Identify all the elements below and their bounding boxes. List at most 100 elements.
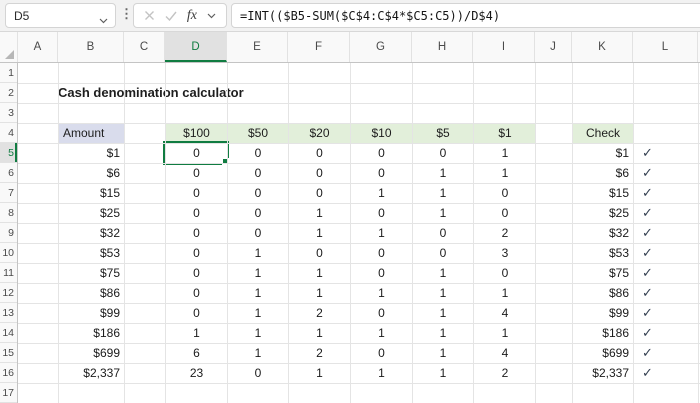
cell-I8[interactable]: 0	[474, 204, 536, 224]
denomination-header-50[interactable]: $50	[228, 124, 289, 143]
column-header-K[interactable]: K	[572, 32, 633, 62]
cell-G6[interactable]: 0	[351, 164, 413, 184]
cell-I13[interactable]: 4	[474, 304, 536, 324]
cell-I11[interactable]: 0	[474, 264, 536, 284]
cell-E11[interactable]: 1	[228, 264, 289, 284]
cell-F12[interactable]: 1	[289, 284, 351, 304]
cell-E6[interactable]: 0	[228, 164, 289, 184]
chevron-down-icon[interactable]	[99, 13, 108, 27]
row-header-7[interactable]: 7	[0, 183, 17, 203]
column-header-G[interactable]: G	[350, 32, 412, 62]
column-header-C[interactable]: C	[124, 32, 165, 62]
cell-E7[interactable]: 0	[228, 184, 289, 204]
row-header-15[interactable]: 15	[0, 343, 17, 363]
cell-K13[interactable]: $99	[573, 304, 633, 324]
cell-K5[interactable]: $1	[573, 144, 633, 164]
cell-D14[interactable]: 1	[166, 324, 228, 344]
cell-I9[interactable]: 2	[474, 224, 536, 244]
cell-G13[interactable]: 0	[351, 304, 413, 324]
row-header-14[interactable]: 14	[0, 323, 17, 343]
cell-E14[interactable]: 1	[228, 324, 289, 344]
cell-H12[interactable]: 1	[413, 284, 474, 304]
row-header-10[interactable]: 10	[0, 243, 17, 263]
cell-G7[interactable]: 1	[351, 184, 413, 204]
cell-D10[interactable]: 0	[166, 244, 228, 264]
cell-F10[interactable]: 0	[289, 244, 351, 264]
cell-B12[interactable]: $86	[59, 284, 124, 304]
cell-H5[interactable]: 0	[413, 144, 474, 164]
cell-I12[interactable]: 1	[474, 284, 536, 304]
select-all-corner[interactable]	[0, 32, 18, 62]
cell-H9[interactable]: 0	[413, 224, 474, 244]
cell-H11[interactable]: 1	[413, 264, 474, 284]
column-header-L[interactable]: L	[633, 32, 698, 62]
cell-I14[interactable]: 1	[474, 324, 536, 344]
row-header-2[interactable]: 2	[0, 83, 17, 103]
cell-I16[interactable]: 2	[474, 364, 536, 384]
denomination-header-5[interactable]: $5	[413, 124, 474, 143]
cell-D16[interactable]: 23	[166, 364, 228, 384]
cell-I7[interactable]: 0	[474, 184, 536, 204]
column-header-B[interactable]: B	[58, 32, 124, 62]
column-header-I[interactable]: I	[473, 32, 535, 62]
cell-K16[interactable]: $2,337	[573, 364, 633, 384]
row-header-4[interactable]: 4	[0, 123, 17, 143]
selected-cell-outline[interactable]	[163, 141, 229, 165]
cell-B9[interactable]: $32	[59, 224, 124, 244]
cell-K7[interactable]: $15	[573, 184, 633, 204]
cell-H6[interactable]: 1	[413, 164, 474, 184]
cell-D6[interactable]: 0	[166, 164, 228, 184]
cell-E16[interactable]: 0	[228, 364, 289, 384]
column-header-F[interactable]: F	[288, 32, 350, 62]
cell-D12[interactable]: 0	[166, 284, 228, 304]
cell-K10[interactable]: $53	[573, 244, 633, 264]
cell-E9[interactable]: 0	[228, 224, 289, 244]
cell-I15[interactable]: 4	[474, 344, 536, 364]
name-box[interactable]: D5	[5, 3, 116, 28]
column-header-H[interactable]: H	[412, 32, 473, 62]
row-header-12[interactable]: 12	[0, 283, 17, 303]
row-header-5[interactable]: 5	[0, 143, 17, 163]
cell-H10[interactable]: 0	[413, 244, 474, 264]
cell-G14[interactable]: 1	[351, 324, 413, 344]
cell-K6[interactable]: $6	[573, 164, 633, 184]
enter-check-icon[interactable]	[165, 4, 177, 27]
row-header-9[interactable]: 9	[0, 223, 17, 243]
cell-F7[interactable]: 0	[289, 184, 351, 204]
cell-G16[interactable]: 1	[351, 364, 413, 384]
row-header-6[interactable]: 6	[0, 163, 17, 183]
cell-E5[interactable]: 0	[228, 144, 289, 164]
row-header-3[interactable]: 3	[0, 103, 17, 123]
amount-header-cell[interactable]: Amount	[58, 123, 125, 144]
cell-F9[interactable]: 1	[289, 224, 351, 244]
cell-K8[interactable]: $25	[573, 204, 633, 224]
cell-F14[interactable]: 1	[289, 324, 351, 344]
check-header-cell[interactable]: Check	[572, 123, 634, 144]
column-header-E[interactable]: E	[227, 32, 288, 62]
row-header-1[interactable]: 1	[0, 63, 17, 83]
cell-B15[interactable]: $699	[59, 344, 124, 364]
formula-input[interactable]: =INT(($B5-SUM($C$4:C$4*$C5:C5))/D$4)	[231, 3, 700, 28]
cell-F13[interactable]: 2	[289, 304, 351, 324]
drag-separator-dots-icon[interactable]	[120, 6, 130, 22]
cell-G9[interactable]: 1	[351, 224, 413, 244]
cell-K11[interactable]: $75	[573, 264, 633, 284]
cell-G5[interactable]: 0	[351, 144, 413, 164]
column-header-A[interactable]: A	[18, 32, 58, 62]
cell-D13[interactable]: 0	[166, 304, 228, 324]
cell-K9[interactable]: $32	[573, 224, 633, 244]
column-header-J[interactable]: J	[535, 32, 572, 62]
cell-G8[interactable]: 0	[351, 204, 413, 224]
cell-B14[interactable]: $186	[59, 324, 124, 344]
cell-D8[interactable]: 0	[166, 204, 228, 224]
cell-I6[interactable]: 1	[474, 164, 536, 184]
row-header-16[interactable]: 16	[0, 363, 17, 383]
cell-F16[interactable]: 1	[289, 364, 351, 384]
cell-E13[interactable]: 1	[228, 304, 289, 324]
cell-B7[interactable]: $15	[59, 184, 124, 204]
cell-B6[interactable]: $6	[59, 164, 124, 184]
cell-B5[interactable]: $1	[59, 144, 124, 164]
row-header-11[interactable]: 11	[0, 263, 17, 283]
cell-G11[interactable]: 0	[351, 264, 413, 284]
cell-E10[interactable]: 1	[228, 244, 289, 264]
